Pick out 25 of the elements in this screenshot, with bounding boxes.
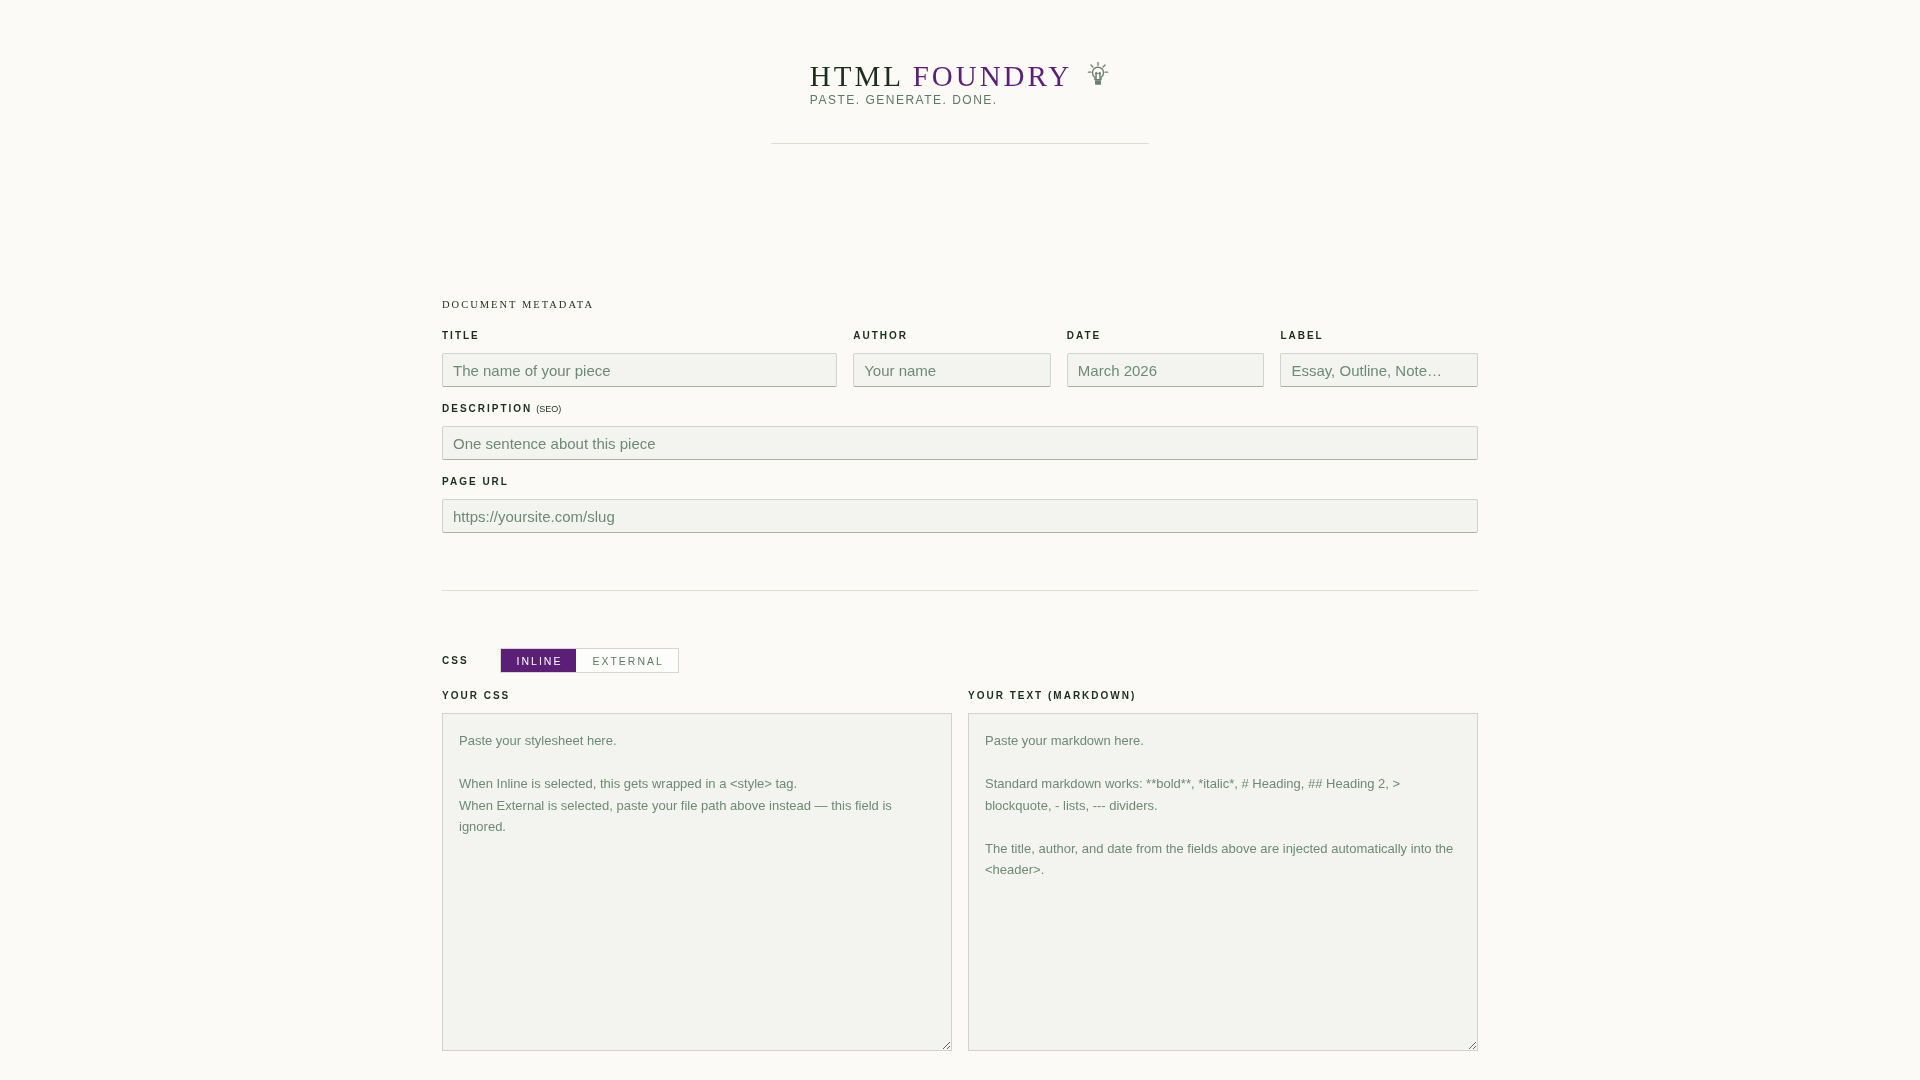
input-field[interactable]: The name of your piece (442, 353, 838, 388)
toggle-tab[interactable]: INLINE (500, 649, 577, 673)
text-area-field[interactable]: Paste your markdown here. Standard markdown works: **bold**, *italic*, # Heading, ## Heading 2, > blockquote, - lists, --- dividers. The title, author, and date from the fields above are injected automatically into the <header>. (968, 713, 1478, 1052)
field-label: DESCRIPTION (442, 402, 533, 417)
lightbulb-icon (1086, 62, 1111, 86)
label-note: (SEO) (536, 403, 562, 417)
input-field[interactable]: Essay, Outline, Note… (1280, 353, 1478, 388)
tagline: PASTE. GENERATE. DONE. (809, 92, 998, 107)
text-area-field[interactable]: Paste your stylesheet here. When Inline is selected, this gets wrapped in a <style> tag. When External is selected, paste your file path above instead — this field is ignored. (442, 713, 952, 1052)
field-label: PAGE URL (442, 475, 509, 490)
input-field[interactable]: One sentence about this piece (442, 426, 1478, 461)
input-field[interactable]: March 2026 (1066, 353, 1265, 388)
field-label: TITLE (442, 329, 480, 344)
logo-text: HTML (809, 62, 904, 91)
toggle-tab[interactable]: EXTERNAL (576, 649, 678, 673)
field-label: LABEL (1280, 329, 1324, 344)
field-label: YOUR CSS (442, 689, 511, 704)
field-label: DATE (1066, 329, 1102, 344)
input-field[interactable]: Your name (853, 353, 1051, 388)
field-label: AUTHOR (853, 329, 908, 344)
input-field[interactable]: https://yoursite.com/slug (442, 499, 1478, 534)
logo-text-highlight: FOUNDRY (912, 62, 1073, 91)
field-label: YOUR TEXT (MARKDOWN) (968, 689, 1137, 704)
section-heading: DOCUMENT METADATA (442, 298, 594, 312)
field-label: CSS (442, 654, 469, 668)
